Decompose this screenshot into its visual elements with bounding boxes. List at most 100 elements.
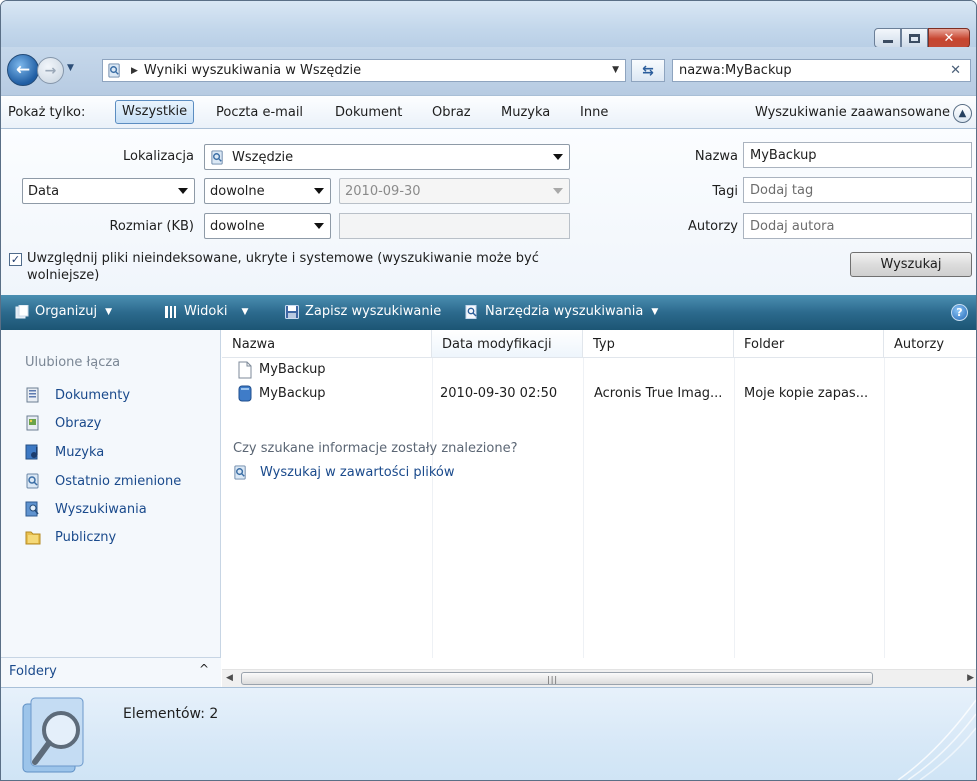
address-dropdown-icon[interactable]: ▼	[612, 65, 619, 75]
breadcrumb[interactable]: Wyniki wyszukiwania w Wszędzie	[144, 63, 361, 78]
advanced-search-label[interactable]: Wyszukiwanie zaawansowane	[755, 105, 950, 120]
dropdown-arrow-icon: ▼	[241, 306, 249, 317]
scrollbar-thumb[interactable]: |||	[241, 672, 873, 685]
backup-archive-icon	[238, 385, 252, 402]
advanced-search-toggle[interactable]: ▲	[953, 104, 972, 123]
organize-label: Organizuj	[35, 304, 98, 319]
explorer-window: ✕ ← → ▼ ▶ Wyniki wyszukiwania w Wszędzie…	[0, 0, 977, 781]
breadcrumb-arrow-icon[interactable]: ▶	[131, 66, 138, 76]
chevron-down-icon	[314, 188, 324, 194]
save-search-button[interactable]: Zapisz wyszukiwanie	[285, 304, 441, 319]
chevron-down-icon	[314, 223, 324, 229]
search-input[interactable]: nazwa:MyBackup ✕	[672, 59, 971, 82]
item-count: Elementów: 2	[123, 706, 219, 722]
location-value: Wszędzie	[232, 149, 294, 165]
caption-buttons: ✕	[874, 28, 970, 48]
views-icon	[165, 305, 176, 318]
organize-button[interactable]: Organizuj ▼	[15, 304, 112, 319]
back-arrow-icon: ←	[15, 60, 31, 80]
title-bar: ✕	[1, 1, 976, 48]
column-header-name[interactable]: Nazwa	[222, 330, 432, 358]
file-list: Nazwa Data modyfikacji Typ Folder Autorz…	[222, 330, 976, 687]
horizontal-scrollbar[interactable]: ◀ ||| ▶	[222, 669, 976, 687]
table-row-name[interactable]: MyBackup	[259, 362, 326, 377]
search-button[interactable]: Wyszukaj	[850, 252, 972, 277]
advanced-search-panel: Lokalizacja Wszędzie Data dowolne 2010-0…	[1, 129, 976, 295]
dropdown-arrow-icon: ▼	[105, 306, 113, 317]
nav-item-label: Publiczny	[55, 529, 117, 545]
recent-search-icon	[26, 473, 39, 489]
results-found-prompt: Czy szukane informacje zostały znalezion…	[233, 441, 518, 456]
maximize-button[interactable]	[901, 28, 928, 48]
search-input-value: nazwa:MyBackup	[679, 63, 792, 78]
documents-icon	[26, 387, 39, 403]
nav-item-label: Wyszukiwania	[55, 501, 147, 517]
column-header-authors[interactable]: Autorzy	[884, 330, 976, 358]
checkmark-icon: ✓	[10, 253, 21, 266]
close-icon: ✕	[943, 30, 955, 46]
save-icon	[285, 304, 299, 319]
filter-tab-other[interactable]: Inne	[580, 105, 608, 120]
table-row-type: Acronis True Imag...	[594, 386, 723, 401]
filter-tab-email[interactable]: Poczta e-mail	[216, 105, 303, 120]
folders-toggle[interactable]: Foldery ^	[1, 657, 221, 687]
address-bar[interactable]: ▶ Wyniki wyszukiwania w Wszędzie ▼	[102, 59, 626, 82]
authors-label: Autorzy	[687, 219, 738, 234]
refresh-icon: ⇆	[642, 62, 654, 79]
chevron-up-icon: ▲	[958, 108, 967, 119]
refresh-button[interactable]: ⇆	[631, 59, 665, 82]
filter-tab-all[interactable]: Wszystkie	[115, 100, 195, 124]
maximize-icon	[909, 33, 920, 43]
minimize-button[interactable]	[874, 28, 901, 48]
back-button[interactable]: ←	[7, 54, 39, 86]
column-header-folder[interactable]: Folder	[734, 330, 884, 358]
search-results-icon	[22, 697, 84, 773]
column-header-type[interactable]: Typ	[583, 330, 734, 358]
decorative-swoosh	[897, 699, 976, 780]
filter-tab-document[interactable]: Dokument	[335, 105, 402, 120]
views-button[interactable]: Widoki ▼	[164, 304, 248, 319]
clear-search-icon[interactable]: ✕	[950, 63, 961, 78]
recent-pages-dropdown[interactable]: ▼	[67, 63, 74, 73]
save-search-label: Zapisz wyszukiwanie	[305, 304, 442, 319]
forward-button[interactable]: →	[37, 57, 64, 84]
table-row-name[interactable]: MyBackup	[259, 386, 326, 401]
chevron-down-icon	[178, 188, 188, 194]
size-value-field	[339, 213, 570, 239]
scroll-left-icon[interactable]: ◀	[226, 673, 233, 683]
blank-file-icon	[238, 361, 252, 379]
scroll-right-icon[interactable]: ▶	[967, 673, 974, 683]
nav-item-searches[interactable]: Wyszukiwania	[25, 501, 147, 517]
nav-item-label: Obrazy	[55, 415, 102, 431]
include-unindexed-checkbox[interactable]: ✓	[9, 253, 22, 266]
nav-item-public[interactable]: Publiczny	[25, 529, 116, 545]
filter-bar: Pokaż tylko: Wszystkie Poczta e-mail Dok…	[1, 95, 976, 129]
nav-item-pictures[interactable]: Obrazy	[25, 415, 101, 431]
location-select[interactable]: Wszędzie	[204, 144, 570, 170]
date-value-picker: 2010-09-30	[339, 178, 570, 204]
filter-tab-image[interactable]: Obraz	[432, 105, 471, 120]
date-operator-select[interactable]: dowolne	[204, 178, 331, 204]
date-field-select[interactable]: Data	[22, 178, 195, 204]
close-button[interactable]: ✕	[928, 28, 970, 48]
column-divider	[432, 358, 433, 658]
authors-field[interactable]: Dodaj autora	[743, 213, 972, 239]
navigation-pane: Ulubione łącza Dokumenty Obrazy Muzyka O…	[1, 330, 221, 687]
nav-item-label: Muzyka	[55, 444, 105, 460]
search-tools-label: Narzędzia wyszukiwania	[485, 304, 644, 319]
include-unindexed-label[interactable]: Uwzględnij pliki nieindeksowane, ukryte …	[27, 250, 557, 284]
forward-arrow-icon: →	[44, 62, 57, 79]
nav-item-documents[interactable]: Dokumenty	[25, 387, 130, 403]
help-icon[interactable]: ?	[951, 304, 968, 321]
search-file-contents-link[interactable]: Wyszukaj w zawartości plików	[233, 465, 455, 480]
size-operator-select[interactable]: dowolne	[204, 213, 331, 239]
dropdown-arrow-icon: ▼	[651, 306, 659, 317]
nav-item-music[interactable]: Muzyka	[25, 444, 104, 460]
name-field[interactable]: MyBackup	[743, 142, 972, 168]
column-header-date[interactable]: Data modyfikacji	[432, 330, 583, 358]
filter-tab-music[interactable]: Muzyka	[501, 105, 550, 120]
search-tools-button[interactable]: Narzędzia wyszukiwania ▼	[465, 304, 658, 319]
tags-field[interactable]: Dodaj tag	[743, 177, 972, 203]
nav-item-recent[interactable]: Ostatnio zmienione	[25, 473, 181, 489]
search-folder-icon	[234, 465, 246, 480]
